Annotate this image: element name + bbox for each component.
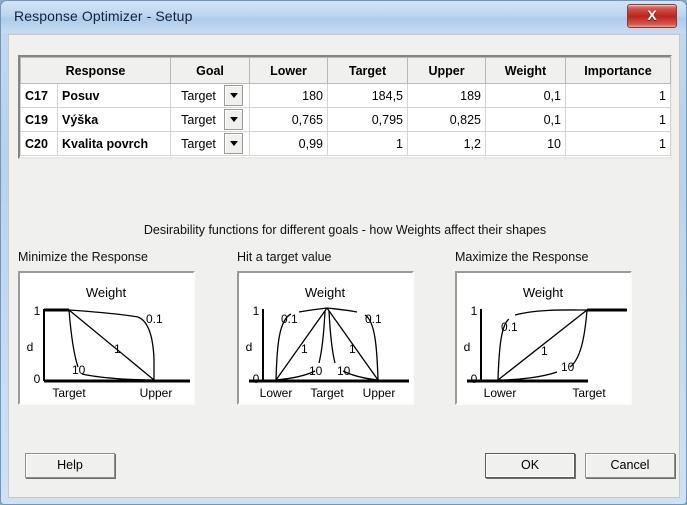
dialog-window: Response Optimizer - Setup X Response Go…	[0, 0, 687, 505]
svg-text:d: d	[27, 340, 34, 354]
importance-input[interactable]: 1	[565, 83, 671, 108]
window-title: Response Optimizer - Setup	[14, 8, 193, 24]
goal-value: Target	[181, 136, 216, 151]
column-header-importance: Importance	[565, 57, 671, 84]
dialog-client-area: Response Goal Lower Target Upper Weight …	[8, 34, 680, 498]
svg-text:0: 0	[471, 372, 478, 386]
svg-text:1: 1	[471, 304, 478, 318]
svg-text:0.1: 0.1	[501, 320, 518, 334]
svg-text:Weight: Weight	[86, 285, 127, 300]
table-row: C20 Kvalita povrch Target 0,99 1 1,2 10	[20, 131, 671, 156]
svg-text:0.1: 0.1	[281, 312, 298, 326]
svg-text:1: 1	[541, 344, 548, 358]
upper-input[interactable]: 189	[407, 83, 486, 108]
svg-text:Lower: Lower	[260, 386, 293, 400]
weight-input[interactable]: 0,1	[485, 107, 566, 132]
svg-text:Upper: Upper	[140, 386, 173, 400]
desirability-chart-target: Weight 1 0 d 0.1 0.1 1 1 10 10 Lower Tar…	[246, 285, 409, 400]
importance-input[interactable]: 1	[565, 107, 671, 132]
svg-text:10: 10	[309, 364, 323, 378]
row-response-name: Výška	[57, 107, 171, 132]
column-header-response: Response	[20, 57, 171, 84]
lower-input[interactable]: 0,765	[249, 107, 328, 132]
svg-text:10: 10	[72, 363, 86, 377]
target-input[interactable]: 0,795	[327, 107, 408, 132]
response-table: Response Goal Lower Target Upper Weight …	[20, 57, 671, 156]
lower-input[interactable]: 180	[249, 83, 328, 108]
table-row: C19 Výška Target 0,765 0,795 0,825 0,1 1	[20, 107, 671, 132]
svg-text:d: d	[246, 340, 253, 354]
svg-text:0.1: 0.1	[146, 312, 163, 326]
svg-text:Weight: Weight	[523, 285, 564, 300]
table-row: C17 Posuv Target 180 184,5 189 0,1 1	[20, 83, 671, 108]
title-bar: Response Optimizer - Setup X	[1, 1, 686, 33]
goal-dropdown[interactable]: Target	[170, 131, 250, 156]
chart-panel-target: Weight 1 0 d 0.1 0.1 1 1 10 10 Lower Tar…	[237, 271, 414, 405]
svg-text:Lower: Lower	[484, 386, 517, 400]
desirability-chart-minimize: Weight 1 0 d 0.1 1 10 Target Upper	[27, 285, 190, 400]
close-icon: X	[647, 7, 657, 23]
svg-text:Target: Target	[52, 386, 86, 400]
weight-input[interactable]: 0,1	[485, 83, 566, 108]
help-button[interactable]: Help	[25, 453, 115, 478]
row-response-name: Posuv	[57, 83, 171, 108]
desirability-chart-maximize: Weight 1 0 d 0.1 1 10 Lower Target	[464, 285, 627, 400]
svg-text:1: 1	[253, 304, 260, 318]
importance-input[interactable]: 1	[565, 131, 671, 156]
ok-button[interactable]: OK	[485, 453, 575, 478]
chart-panel-maximize: Weight 1 0 d 0.1 1 10 Lower Target	[455, 271, 632, 405]
chevron-down-icon[interactable]	[224, 109, 243, 130]
goal-value: Target	[181, 88, 216, 103]
svg-text:Upper: Upper	[363, 386, 396, 400]
svg-text:d: d	[464, 340, 471, 354]
column-header-goal: Goal	[170, 57, 250, 84]
svg-text:1: 1	[34, 304, 41, 318]
svg-text:1: 1	[301, 342, 308, 356]
row-id: C19	[20, 107, 58, 132]
svg-text:0: 0	[34, 372, 41, 386]
chevron-down-icon[interactable]	[224, 133, 243, 154]
chart-heading-minimize: Minimize the Response	[18, 250, 148, 264]
column-header-target: Target	[327, 57, 408, 84]
chart-heading-maximize: Maximize the Response	[455, 250, 589, 264]
svg-text:10: 10	[337, 364, 351, 378]
column-header-weight: Weight	[485, 57, 566, 84]
svg-text:1: 1	[349, 342, 356, 356]
lower-input[interactable]: 0,99	[249, 131, 328, 156]
goal-dropdown[interactable]: Target	[170, 83, 250, 108]
svg-text:1: 1	[114, 342, 121, 356]
target-input[interactable]: 1	[327, 131, 408, 156]
goal-value: Target	[181, 112, 216, 127]
response-table-container: Response Goal Lower Target Upper Weight …	[18, 55, 672, 159]
chart-panel-minimize: Weight 1 0 d 0.1 1 10 Target Upper	[18, 271, 195, 405]
column-header-lower: Lower	[249, 57, 328, 84]
column-header-upper: Upper	[407, 57, 486, 84]
close-button[interactable]: X	[627, 4, 677, 28]
svg-text:0: 0	[253, 372, 260, 386]
target-input[interactable]: 184,5	[327, 83, 408, 108]
svg-text:10: 10	[561, 360, 575, 374]
chevron-down-icon[interactable]	[224, 85, 243, 106]
goal-dropdown[interactable]: Target	[170, 107, 250, 132]
chart-heading-target: Hit a target value	[237, 250, 332, 264]
svg-text:0.1: 0.1	[365, 312, 382, 326]
cancel-button[interactable]: Cancel	[585, 453, 675, 478]
row-id: C17	[20, 83, 58, 108]
svg-text:Target: Target	[572, 386, 606, 400]
table-header-row: Response Goal Lower Target Upper Weight …	[20, 57, 671, 84]
row-response-name: Kvalita povrch	[57, 131, 171, 156]
row-id: C20	[20, 131, 58, 156]
upper-input[interactable]: 1,2	[407, 131, 486, 156]
desirability-caption: Desirability functions for different goa…	[143, 223, 547, 237]
svg-text:Weight: Weight	[305, 285, 346, 300]
upper-input[interactable]: 0,825	[407, 107, 486, 132]
weight-input[interactable]: 10	[485, 131, 566, 156]
svg-text:Target: Target	[310, 386, 344, 400]
